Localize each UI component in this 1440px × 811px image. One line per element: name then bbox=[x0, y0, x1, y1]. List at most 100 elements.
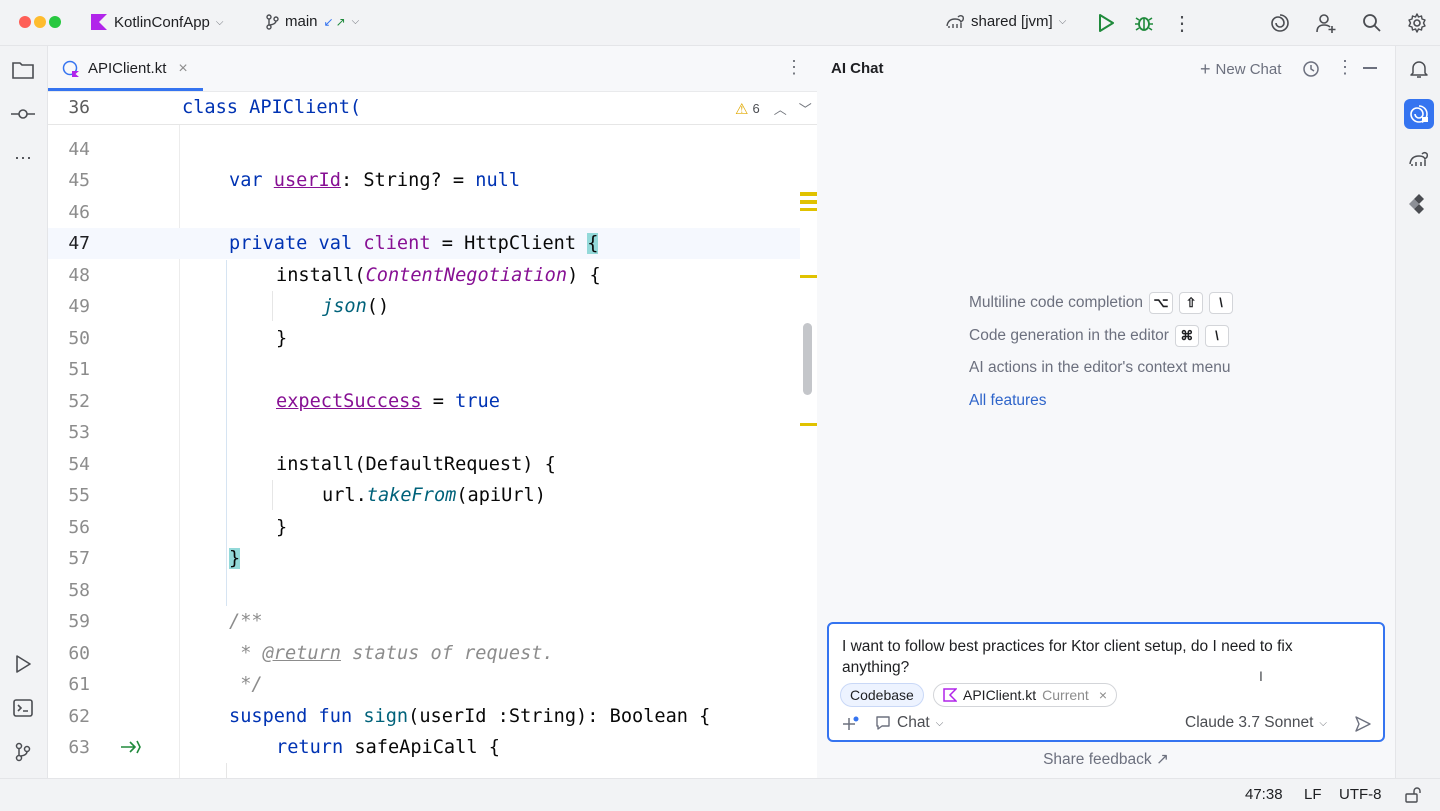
code-italic: takeFrom bbox=[366, 485, 457, 506]
gradle-tool-button[interactable] bbox=[1404, 144, 1434, 174]
line-number: 62 bbox=[68, 706, 90, 727]
run-tool-button[interactable] bbox=[11, 652, 35, 676]
code-line-current: 47 private val client = HttpClient { bbox=[48, 228, 800, 260]
code-line: 63 return safeApiCall { bbox=[48, 732, 800, 763]
hint-ai-actions: AI actions in the editor's context menu bbox=[969, 359, 1230, 377]
model-selector[interactable]: Claude 3.7 Sonnet ⌵ bbox=[1185, 714, 1327, 732]
shortcut-key: \ bbox=[1204, 325, 1229, 347]
notifications-button[interactable] bbox=[1404, 54, 1434, 84]
more-actions-button[interactable]: ⋮ bbox=[1170, 11, 1194, 35]
more-horizontal-icon: ⋯ bbox=[14, 147, 32, 168]
error-stripe-marker[interactable] bbox=[800, 208, 817, 211]
chevron-down-icon: ⌵ bbox=[351, 16, 360, 27]
bell-icon bbox=[1410, 61, 1428, 78]
chat-input-text[interactable]: I want to follow best practices for Ktor… bbox=[842, 636, 1362, 678]
caret-position[interactable]: 47:38 bbox=[1245, 786, 1283, 803]
code-editor[interactable]: 36 class APIClient( ⚠ 6 ︿ ﹀ 44 45 var us… bbox=[48, 92, 817, 778]
suspend-call-gutter-icon[interactable] bbox=[120, 738, 142, 761]
chip-label: Codebase bbox=[850, 687, 914, 703]
chat-input-box[interactable]: I want to follow best practices for Ktor… bbox=[827, 622, 1385, 742]
share-feedback-link[interactable]: Share feedback ↗ bbox=[818, 750, 1394, 769]
code-line: 55 url.takeFrom(apiUrl) bbox=[48, 480, 800, 511]
chat-history-button[interactable] bbox=[1302, 60, 1320, 83]
kotlin-file-icon bbox=[943, 688, 957, 702]
close-window-button[interactable] bbox=[19, 16, 31, 28]
commit-tool-button[interactable] bbox=[11, 102, 35, 126]
git-tool-button[interactable] bbox=[11, 740, 35, 764]
debug-button[interactable] bbox=[1132, 11, 1156, 35]
settings-button[interactable] bbox=[1405, 11, 1429, 35]
line-number: 45 bbox=[68, 170, 90, 191]
code-line: 58 bbox=[48, 575, 800, 606]
warning-count: 6 bbox=[752, 101, 760, 116]
run-config-selector[interactable]: shared [jvm] ⌵ bbox=[945, 13, 1066, 30]
tab-options-icon[interactable]: ⋮ bbox=[785, 57, 803, 78]
plugin-tool-button[interactable] bbox=[1404, 189, 1434, 219]
next-highlight-icon[interactable]: ﹀ bbox=[799, 99, 812, 118]
right-tool-window-bar bbox=[1395, 46, 1440, 778]
send-icon bbox=[1355, 716, 1371, 732]
vertical-scrollbar-thumb[interactable] bbox=[803, 323, 812, 395]
code-function: sign bbox=[363, 706, 409, 727]
shortcut-key: \ bbox=[1209, 292, 1234, 314]
context-chip-file[interactable]: APIClient.kt Current × bbox=[933, 683, 1118, 707]
chat-mode-selector[interactable]: Chat ⌵ bbox=[875, 714, 943, 732]
ai-chat-tool-button[interactable] bbox=[1404, 99, 1434, 129]
code-keyword: private val bbox=[229, 233, 364, 254]
code-text: private val client = HttpClient { bbox=[229, 228, 599, 259]
all-features-link[interactable]: All features bbox=[969, 392, 1047, 410]
project-tool-button[interactable] bbox=[11, 58, 35, 82]
inspection-widget[interactable]: ⚠ 6 ︿ ﹀ bbox=[735, 99, 812, 118]
code-text: expectSuccess = true bbox=[276, 386, 500, 417]
branch-selector[interactable]: main ↙ ↗ ⌵ bbox=[265, 13, 359, 30]
line-number: 50 bbox=[68, 328, 90, 349]
add-user-button[interactable] bbox=[1314, 11, 1338, 35]
ai-assistant-button[interactable] bbox=[1268, 11, 1292, 35]
terminal-tool-button[interactable] bbox=[11, 696, 35, 720]
ai-chat-panel: AI Chat + New Chat ⋮ Multiline code comp… bbox=[818, 46, 1394, 778]
code-plain: = HttpClient bbox=[430, 233, 588, 254]
hint-text: AI actions in the editor's context menu bbox=[969, 359, 1231, 376]
folder-icon bbox=[12, 62, 34, 79]
more-tools-button[interactable]: ⋯ bbox=[11, 146, 35, 170]
line-separator[interactable]: LF bbox=[1304, 786, 1322, 803]
gear-icon bbox=[1408, 13, 1426, 33]
error-stripe-marker[interactable] bbox=[800, 192, 817, 196]
add-context-button[interactable] bbox=[842, 715, 860, 738]
code-text: install(DefaultRequest) { bbox=[276, 454, 556, 475]
remove-chip-icon[interactable]: × bbox=[1099, 687, 1107, 703]
minimize-window-button[interactable] bbox=[34, 16, 46, 28]
sticky-header[interactable]: 36 class APIClient( ⚠ 6 ︿ ﹀ bbox=[48, 92, 817, 125]
run-icon bbox=[1099, 14, 1114, 32]
chat-options-icon[interactable]: ⋮ bbox=[1336, 57, 1354, 78]
read-only-toggle[interactable] bbox=[1405, 787, 1421, 808]
chevron-down-icon: ⌵ bbox=[215, 16, 224, 28]
code-line: 61 */ bbox=[48, 669, 800, 700]
new-chat-button[interactable]: + New Chat bbox=[1200, 59, 1281, 80]
context-chip-codebase[interactable]: Codebase bbox=[840, 683, 924, 707]
search-button[interactable] bbox=[1360, 11, 1384, 35]
project-selector[interactable]: KotlinConfApp ⌵ bbox=[90, 13, 224, 31]
model-label: Claude 3.7 Sonnet bbox=[1185, 714, 1314, 731]
error-stripe-marker[interactable] bbox=[800, 200, 817, 204]
send-button[interactable] bbox=[1354, 715, 1372, 738]
file-encoding[interactable]: UTF-8 bbox=[1339, 786, 1382, 803]
zoom-window-button[interactable] bbox=[49, 16, 61, 28]
incoming-outgoing-icon: ↙ bbox=[323, 14, 334, 29]
error-stripe-marker[interactable] bbox=[800, 423, 817, 426]
minimize-panel-icon[interactable] bbox=[1363, 67, 1377, 69]
commit-icon bbox=[11, 109, 35, 119]
code-plain: ) { bbox=[567, 265, 601, 286]
code-comment-text: status of request. bbox=[340, 643, 554, 664]
previous-highlight-icon[interactable]: ︿ bbox=[774, 99, 787, 118]
editor-tab-apiclient[interactable]: APIClient.kt × bbox=[48, 46, 203, 91]
warning-icon: ⚠ bbox=[735, 100, 749, 118]
close-tab-icon[interactable]: × bbox=[178, 60, 187, 78]
gradle-icon bbox=[946, 14, 965, 28]
shortcut-key: ⌥ bbox=[1149, 292, 1174, 314]
run-button[interactable] bbox=[1094, 11, 1118, 35]
code-plain: safeApiCall { bbox=[354, 737, 500, 758]
indent-guide bbox=[226, 763, 227, 778]
git-branch-icon bbox=[266, 13, 279, 30]
error-stripe-marker[interactable] bbox=[800, 275, 817, 278]
